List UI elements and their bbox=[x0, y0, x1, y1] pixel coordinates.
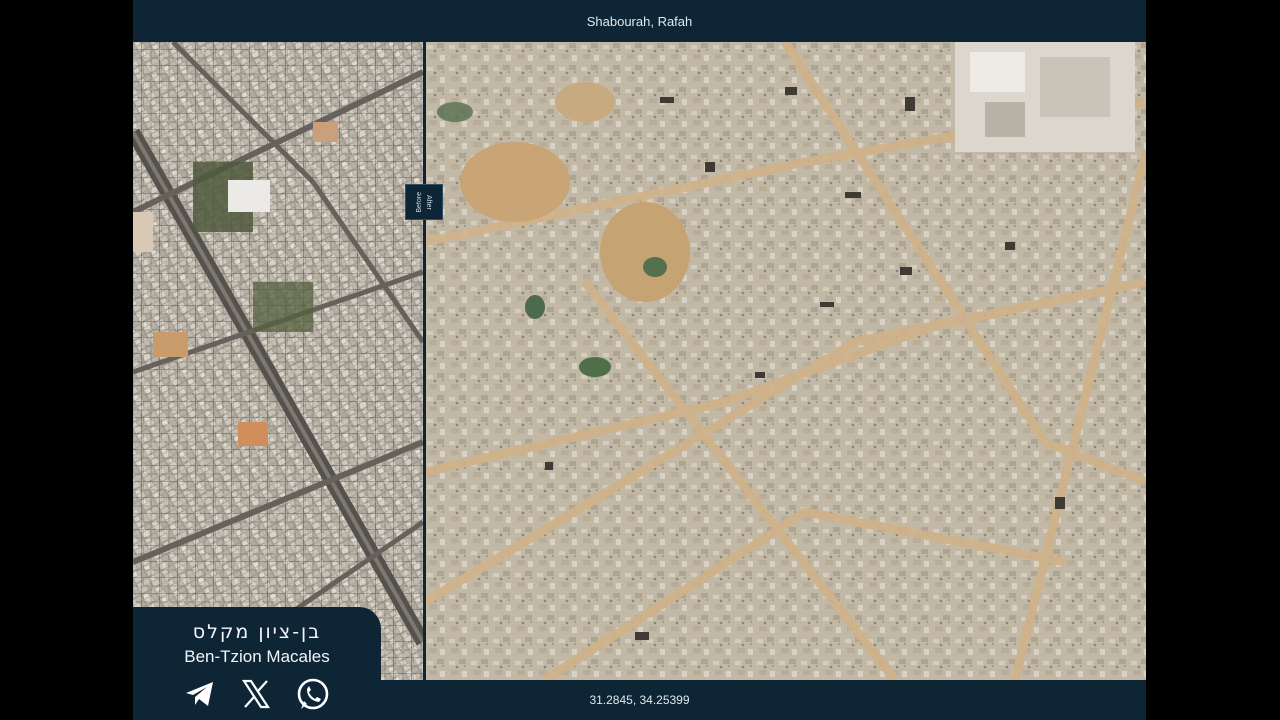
map-comparison-frame: Shabourah, Rafah Before After 31.2845, 3… bbox=[133, 0, 1146, 720]
comparison-divider[interactable] bbox=[423, 42, 426, 680]
before-label: Before bbox=[416, 191, 423, 213]
before-city-map bbox=[133, 42, 423, 680]
author-credit-panel: בן-ציון מקלס Ben-Tzion Macales bbox=[133, 607, 381, 720]
social-icons bbox=[133, 677, 381, 713]
after-satellite-image bbox=[425, 42, 1146, 680]
location-title: Shabourah, Rafah bbox=[586, 13, 693, 29]
after-rubble-map bbox=[425, 42, 1146, 680]
after-label: After bbox=[425, 194, 432, 210]
before-after-slider-handle[interactable]: Before After bbox=[405, 184, 443, 220]
author-name-hebrew: בן-ציון מקלס bbox=[192, 621, 322, 643]
x-icon[interactable] bbox=[239, 677, 273, 713]
author-name-english: Ben-Tzion Macales bbox=[184, 647, 330, 666]
telegram-icon[interactable] bbox=[183, 677, 217, 713]
before-satellite-image bbox=[133, 42, 423, 680]
whatsapp-icon[interactable] bbox=[295, 677, 331, 713]
coordinates-text: 31.2845, 34.25399 bbox=[589, 693, 690, 707]
location-title-bar: Shabourah, Rafah bbox=[133, 0, 1146, 42]
